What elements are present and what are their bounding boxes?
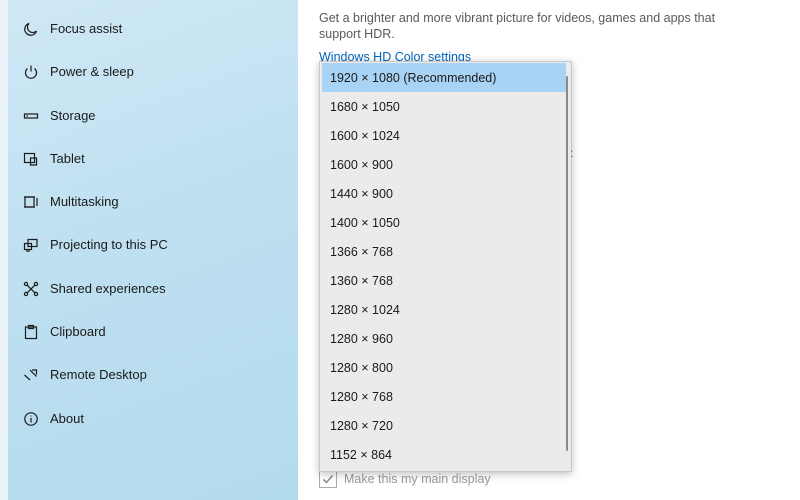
sidebar-item-label: Projecting to this PC <box>50 237 168 252</box>
clipboard-icon <box>20 321 42 343</box>
sidebar-item-clipboard[interactable]: Clipboard <box>8 310 298 353</box>
resolution-option[interactable]: 1366 × 768 <box>322 237 566 266</box>
main-display-label: Make this my main display <box>344 472 491 486</box>
sidebar-item-label: About <box>50 411 84 426</box>
storage-icon <box>20 105 42 127</box>
resolution-option[interactable]: 1600 × 900 <box>322 150 566 179</box>
sidebar-item-label: Storage <box>50 108 96 123</box>
dropdown-scrollbar[interactable] <box>566 76 568 451</box>
resolution-option[interactable]: 1152 × 864 <box>322 440 566 469</box>
projecting-icon <box>20 234 42 256</box>
sidebar-item-label: Multitasking <box>50 194 119 209</box>
resolution-option[interactable]: 1600 × 1024 <box>322 121 566 150</box>
sidebar-item-tablet[interactable]: Tablet <box>8 137 298 180</box>
tablet-icon <box>20 148 42 170</box>
resolution-option[interactable]: 1280 × 1024 <box>322 295 566 324</box>
resolution-option[interactable]: 1280 × 960 <box>322 324 566 353</box>
sidebar-item-about[interactable]: About <box>8 397 298 440</box>
sidebar-item-label: Shared experiences <box>50 281 166 296</box>
sidebar-item-storage[interactable]: Storage <box>8 94 298 137</box>
resolution-option[interactable]: 1280 × 720 <box>322 411 566 440</box>
sidebar-item-power-sleep[interactable]: Power & sleep <box>8 50 298 93</box>
sidebar-item-focus-assist[interactable]: Focus assist <box>8 7 298 50</box>
hdr-description: Get a brighter and more vibrant picture … <box>319 11 716 41</box>
sidebar-item-multitasking[interactable]: Multitasking <box>8 180 298 223</box>
resolution-option[interactable]: 1280 × 800 <box>322 353 566 382</box>
main-display-checkbox[interactable] <box>319 470 337 488</box>
resolution-option[interactable]: 1440 × 900 <box>322 179 566 208</box>
settings-sidebar: Focus assist Power & sleep Storage Table… <box>0 0 298 500</box>
checkmark-icon <box>322 474 334 484</box>
power-icon <box>20 61 42 83</box>
remote-desktop-icon <box>20 364 42 386</box>
resolution-option[interactable]: 1920 × 1080 (Recommended) <box>322 63 566 92</box>
sidebar-item-label: Tablet <box>50 151 85 166</box>
main-display-option[interactable]: Make this my main display <box>319 470 491 488</box>
resolution-dropdown-list[interactable]: 1920 × 1080 (Recommended) 1680 × 1050 16… <box>319 61 572 472</box>
sidebar-item-label: Focus assist <box>50 21 123 36</box>
sidebar-item-label: Clipboard <box>50 324 106 339</box>
info-icon <box>20 408 42 430</box>
moon-icon <box>20 18 42 40</box>
resolution-label-colon: : <box>570 146 574 160</box>
sidebar-item-remote-desktop[interactable]: Remote Desktop <box>8 353 298 396</box>
resolution-option[interactable]: 1280 × 768 <box>322 382 566 411</box>
resolution-option[interactable]: 1400 × 1050 <box>322 208 566 237</box>
resolution-option[interactable]: 1680 × 1050 <box>322 92 566 121</box>
resolution-option[interactable]: 1360 × 768 <box>322 266 566 295</box>
sidebar-item-label: Remote Desktop <box>50 367 147 382</box>
sidebar-item-label: Power & sleep <box>50 64 134 79</box>
shared-experiences-icon <box>20 278 42 300</box>
sidebar-item-projecting[interactable]: Projecting to this PC <box>8 223 298 266</box>
sidebar-item-shared-experiences[interactable]: Shared experiences <box>8 267 298 310</box>
multitasking-icon <box>20 191 42 213</box>
